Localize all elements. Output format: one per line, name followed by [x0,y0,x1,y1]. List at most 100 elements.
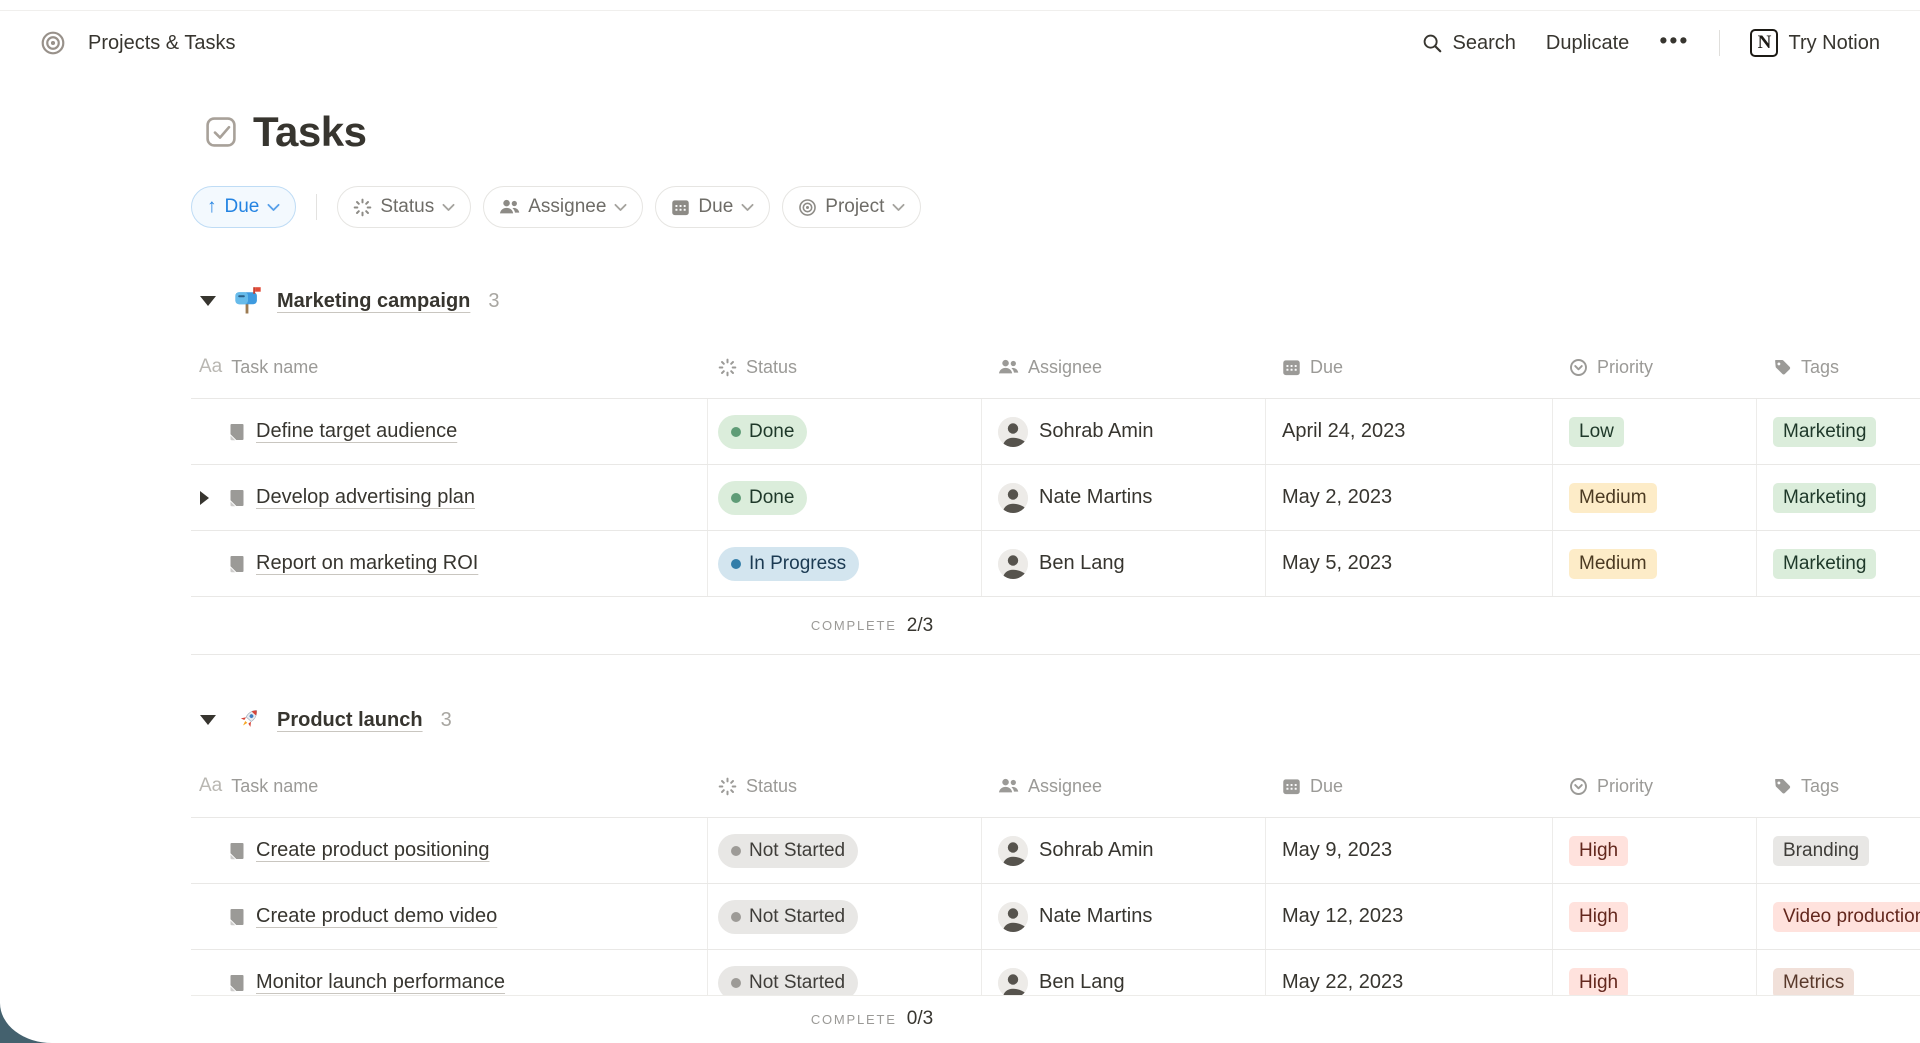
tags-cell[interactable]: Marketing [1757,531,1920,596]
assignee-cell[interactable]: Sohrab Amin [982,818,1266,883]
complete-label: COMPLETE [811,1012,897,1027]
mailbox-emoji [233,286,263,316]
page-icon [227,973,247,993]
status-cell[interactable]: In Progress [708,531,982,596]
due-cell[interactable]: April 24, 2023 [1266,399,1553,464]
status-burst-icon [353,198,372,217]
search-button[interactable]: Search [1421,32,1516,55]
column-header-priority[interactable]: Priority [1553,336,1757,398]
tags-cell[interactable]: Marketing [1757,465,1920,530]
task-link[interactable]: Monitor launch performance [256,971,505,994]
due-cell[interactable]: May 5, 2023 [1266,531,1553,596]
column-header-due[interactable]: Due [1266,755,1553,817]
chevron-down-icon [614,203,627,212]
due-cell[interactable]: May 9, 2023 [1266,818,1553,883]
filter-pill-status[interactable]: Status [337,186,471,228]
people-icon [499,198,520,216]
due-date: May 22, 2023 [1282,971,1403,994]
column-header-due[interactable]: Due [1266,336,1553,398]
priority-cell[interactable]: Medium [1553,531,1757,596]
status-dot-icon [731,559,741,569]
table-footer: COMPLETE 2/3 [191,597,1920,655]
task-link[interactable]: Create product positioning [256,839,489,862]
column-header-task-name[interactable]: AaTask name [191,755,708,817]
assignee-cell[interactable]: Nate Martins [982,465,1266,530]
complete-calculation[interactable]: COMPLETE 2/3 [191,597,1553,654]
page-title[interactable]: Tasks [253,108,366,156]
status-burst-icon [718,358,737,377]
assignee-name: Ben Lang [1039,552,1125,575]
topbar-divider [1719,30,1720,56]
aa-icon: Aa [199,775,222,797]
task-name-cell[interactable]: Create product positioning [191,818,708,883]
page-icon [227,841,247,861]
aa-icon: Aa [199,356,222,378]
priority-tag: High [1569,902,1628,932]
calendar-icon [1282,358,1301,377]
group-count: 3 [441,709,452,732]
group-title[interactable]: Marketing campaign [277,290,470,313]
status-dot-icon [731,493,741,503]
column-header-tags[interactable]: Tags [1757,755,1920,817]
duplicate-button[interactable]: Duplicate [1546,32,1629,55]
priority-cell[interactable]: High [1553,818,1757,883]
column-header-task-name[interactable]: AaTask name [191,336,708,398]
filter-pill-assignee[interactable]: Assignee [483,186,643,228]
task-name-cell[interactable]: Create product demo video [191,884,708,949]
priority-tag: High [1569,836,1628,866]
breadcrumb[interactable]: Projects & Tasks [88,32,235,55]
sort-label: Due [225,196,260,218]
task-name-cell[interactable]: Develop advertising plan [191,465,708,530]
sort-pill-due[interactable]: ↑ Due [191,186,296,228]
triangle-down-icon [200,296,216,306]
task-link[interactable]: Define target audience [256,420,457,443]
priority-circle-icon [1569,358,1588,377]
column-header-assignee[interactable]: Assignee [982,755,1266,817]
assignee-cell[interactable]: Nate Martins [982,884,1266,949]
tags-cell[interactable]: Marketing [1757,399,1920,464]
filter-pill-project[interactable]: Project [782,186,921,228]
group-toggle[interactable] [191,296,227,306]
group-toggle[interactable] [191,715,227,725]
chevron-down-icon [741,203,754,212]
task-row: Define target audience Done Sohrab Amin … [191,399,1920,465]
status-cell[interactable]: Done [708,399,982,464]
task-link[interactable]: Create product demo video [256,905,497,928]
filter-pill-due[interactable]: Due [655,186,770,228]
priority-cell[interactable]: High [1553,884,1757,949]
status-cell[interactable]: Not Started [708,884,982,949]
chevron-down-icon [442,203,455,212]
rocket-emoji [233,705,263,735]
task-link[interactable]: Develop advertising plan [256,486,475,509]
complete-label: COMPLETE [811,618,897,633]
tags-cell[interactable]: Branding [1757,818,1920,883]
column-header-assignee[interactable]: Assignee [982,336,1266,398]
status-cell[interactable]: Done [708,465,982,530]
due-cell[interactable]: May 12, 2023 [1266,884,1553,949]
assignee-cell[interactable]: Ben Lang [982,531,1266,596]
page-icon [227,907,247,927]
try-notion-button[interactable]: N Try Notion [1750,29,1880,57]
column-header-status[interactable]: Status [708,336,982,398]
table-header-row: AaTask name Status Assignee Due Priority… [191,336,1920,399]
group-title[interactable]: Product launch [277,709,423,732]
task-link[interactable]: Report on marketing ROI [256,552,478,575]
priority-tag: Medium [1569,549,1657,579]
task-name-cell[interactable]: Report on marketing ROI [191,531,708,596]
column-header-priority[interactable]: Priority [1553,755,1757,817]
priority-cell[interactable]: Medium [1553,465,1757,530]
column-header-tags[interactable]: Tags [1757,336,1920,398]
assignee-avatar [998,483,1028,513]
assignee-cell[interactable]: Sohrab Amin [982,399,1266,464]
status-cell[interactable]: Not Started [708,818,982,883]
column-header-status[interactable]: Status [708,755,982,817]
priority-cell[interactable]: Low [1553,399,1757,464]
task-name-cell[interactable]: Define target audience [191,399,708,464]
more-button[interactable]: ••• [1659,29,1689,58]
tags-cell[interactable]: Video production [1757,884,1920,949]
complete-calculation[interactable]: COMPLETE 0/3 [191,995,1553,1043]
subtask-toggle[interactable] [191,491,227,505]
notion-logo: N [1750,29,1778,57]
status-dot-icon [731,978,741,988]
due-cell[interactable]: May 2, 2023 [1266,465,1553,530]
